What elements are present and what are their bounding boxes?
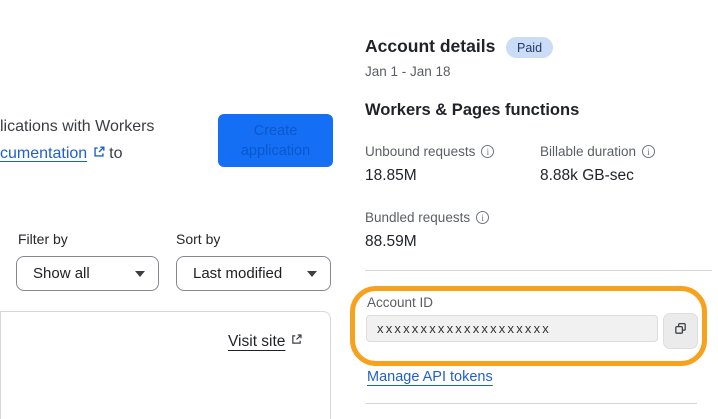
stat-billable-duration-value: 8.88k GB-sec [540,167,634,184]
manage-api-tokens: Manage API tokens [367,369,493,385]
manage-api-tokens-link[interactable]: Manage API tokens [367,369,493,385]
intro-text: lications with Workers cumentation to [0,113,154,168]
copy-account-id-button[interactable] [663,313,698,349]
stat-label-text: Bundled requests [365,210,471,225]
stat-label-text: Unbound requests [365,144,476,159]
workers-pages-dashboard: lications with Workers cumentation to Cre… [0,0,718,419]
copy-icon [673,321,688,341]
visit-site: Visit site [228,333,306,351]
date-range: Jan 1 - Jan 18 [365,64,451,79]
visit-site-link[interactable]: Visit site [228,333,285,351]
paid-plan-badge: Paid [506,37,554,58]
account-id-label: Account ID [367,295,434,310]
divider [365,270,712,271]
chevron-down-icon [307,270,317,277]
info-icon[interactable]: i [476,211,490,224]
stat-billable-duration-label: Billable duration i [540,144,656,159]
functions-section-title: Workers & Pages functions [365,101,580,119]
stat-unbound-requests-label: Unbound requests i [365,144,495,159]
info-icon[interactable]: i [642,145,656,158]
filter-select[interactable]: Show all [16,256,159,291]
filter-by-label: Filter by [18,231,68,247]
filter-select-value: Show all [33,265,90,282]
stat-label-text: Billable duration [540,144,637,159]
documentation-link[interactable]: cumentation [0,145,87,162]
chevron-down-icon [135,270,145,277]
stat-bundled-requests-value: 88.59M [365,233,417,250]
stat-unbound-requests-value: 18.85M [365,167,417,184]
sort-by-label: Sort by [176,231,221,247]
sort-select-value: Last modified [193,265,283,282]
account-details-title: Account details [365,36,496,56]
intro-line1: lications with Workers [0,118,155,135]
intro-suffix: to [109,145,123,162]
stat-bundled-requests-label: Bundled requests i [365,210,490,225]
sort-select[interactable]: Last modified [176,256,331,291]
info-icon[interactable]: i [481,145,495,158]
project-card [0,311,331,419]
account-id-field[interactable]: xxxxxxxxxxxxxxxxxxxx [366,315,658,342]
create-application-button[interactable]: Create application [218,114,333,167]
external-link-icon [290,333,303,351]
external-link-icon [92,141,106,168]
divider [365,403,697,404]
